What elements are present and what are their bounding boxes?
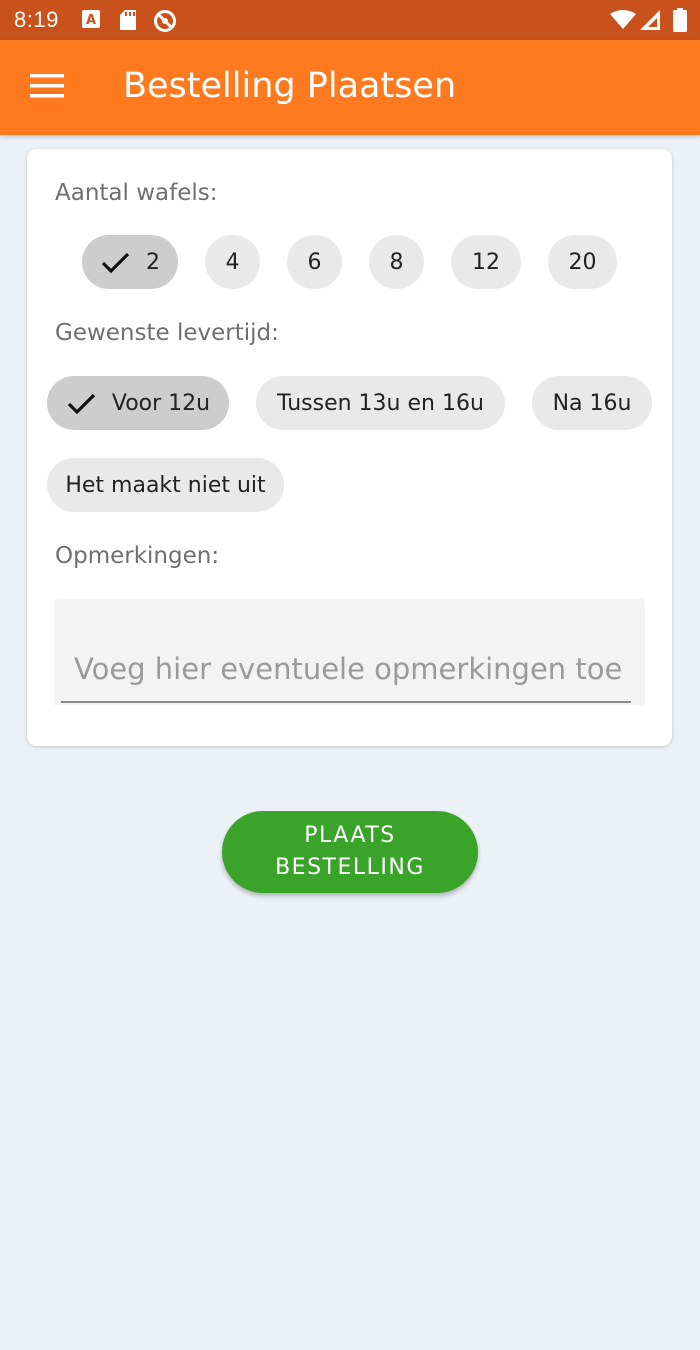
no-disturb-icon — [153, 9, 177, 38]
check-icon — [67, 393, 96, 415]
delivery-option-before-12[interactable]: Voor 12u — [47, 376, 229, 430]
wifi-icon — [610, 10, 636, 35]
waffle-option-4[interactable]: 4 — [205, 235, 260, 289]
waffle-option-8[interactable]: 8 — [369, 235, 424, 289]
waffle-option-label: 6 — [307, 249, 322, 275]
delivery-time-label: Gewenste levertijd: — [55, 320, 279, 346]
delivery-option-label: Tussen 13u en 16u — [277, 390, 484, 416]
place-order-button-line2: BESTELLING — [275, 855, 425, 880]
check-icon — [101, 252, 130, 274]
waffle-option-2[interactable]: 2 — [82, 235, 178, 289]
status-bar: 8:19 A — [0, 0, 700, 40]
delivery-option-no-preference[interactable]: Het maakt niet uit — [47, 458, 284, 512]
place-order-button-line1: PLAATS — [304, 823, 396, 848]
app-bar: Bestelling Plaatsen — [0, 40, 700, 135]
remarks-input[interactable] — [61, 599, 631, 703]
sd-card-icon — [119, 9, 137, 36]
remarks-label: Opmerkingen: — [55, 543, 220, 569]
waffle-option-label: 4 — [225, 249, 240, 275]
delivery-option-label: Voor 12u — [111, 390, 211, 416]
battery-icon — [673, 8, 687, 37]
hamburger-menu-icon[interactable] — [22, 67, 72, 107]
waffle-count-label: Aantal wafels: — [55, 180, 218, 206]
waffle-option-label: 8 — [389, 249, 404, 275]
delivery-option-label: Na 16u — [552, 390, 632, 416]
place-order-button[interactable]: PLAATS BESTELLING — [222, 811, 478, 893]
remarks-field-container — [54, 599, 645, 705]
svg-text:A: A — [86, 13, 96, 28]
waffle-option-label: 12 — [472, 249, 500, 275]
order-form-card: Aantal wafels: 2 4 6 8 12 20 Gewenste le… — [27, 149, 672, 746]
waffle-option-6[interactable]: 6 — [287, 235, 342, 289]
waffle-option-20[interactable]: 20 — [548, 235, 617, 289]
status-time: 8:19 — [14, 7, 59, 32]
notification-a-icon: A — [81, 9, 101, 34]
delivery-option-between-13-16[interactable]: Tussen 13u en 16u — [256, 376, 505, 430]
waffle-option-label: 2 — [146, 249, 160, 275]
waffle-option-12[interactable]: 12 — [451, 235, 521, 289]
cell-signal-icon — [640, 10, 660, 35]
delivery-option-label: Het maakt niet uit — [65, 472, 266, 498]
delivery-option-after-16[interactable]: Na 16u — [532, 376, 652, 430]
waffle-option-label: 20 — [568, 249, 597, 275]
page-title: Bestelling Plaatsen — [123, 66, 457, 106]
